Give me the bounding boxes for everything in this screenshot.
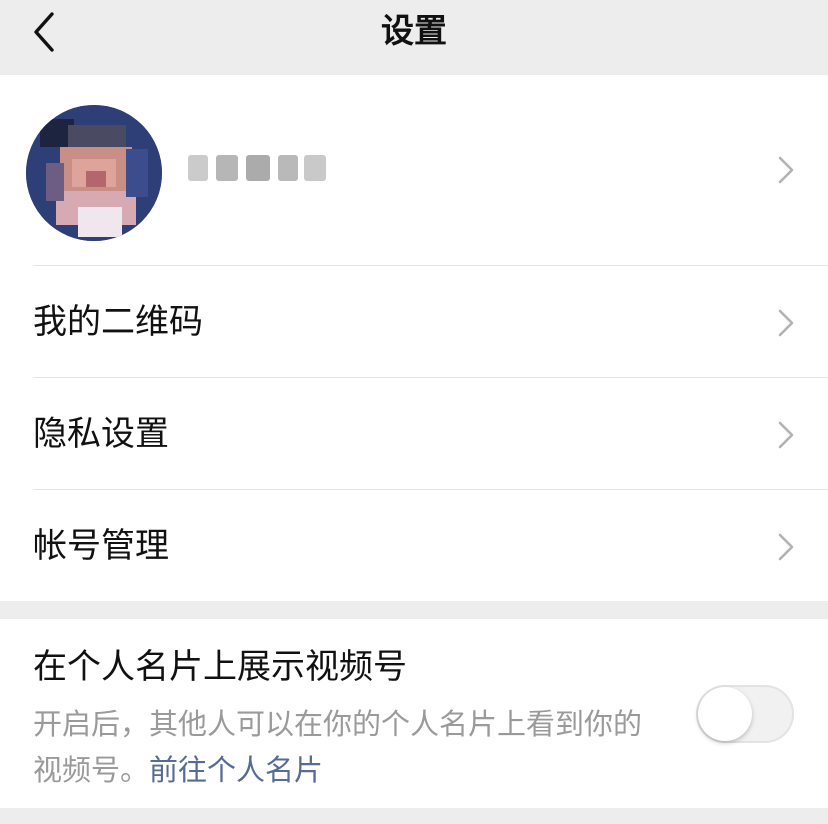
menu-item-label: 我的二维码 xyxy=(33,302,203,342)
settings-group-main: 我的二维码 隐私设置 帐号管理 xyxy=(0,75,828,601)
page-title: 设置 xyxy=(381,11,447,50)
menu-item-qrcode[interactable]: 我的二维码 xyxy=(0,266,828,378)
menu-item-account[interactable]: 帐号管理 xyxy=(0,490,828,602)
navigation-bar: 设置 xyxy=(0,0,828,74)
chevron-right-icon xyxy=(778,156,794,184)
channel-setting-card: 在个人名片上展示视频号 开启后，其他人可以在你的个人名片上看到你的视频号。前往个… xyxy=(0,619,828,808)
profile-row[interactable] xyxy=(0,75,828,265)
description-text: 开启后，其他人可以在你的个人名片上看到你的视频号。 xyxy=(33,707,643,787)
menu-item-label: 帐号管理 xyxy=(33,526,169,566)
menu-item-label: 隐私设置 xyxy=(33,414,169,454)
chevron-right-icon xyxy=(778,533,794,561)
settings-screen: 设置 我的二维码 隐私设置 帐号管理 在个人名片上展示视频号 开启后，其他人可以… xyxy=(0,0,828,824)
avatar xyxy=(26,105,162,241)
show-channel-toggle[interactable] xyxy=(696,685,794,743)
chevron-right-icon xyxy=(778,309,794,337)
channel-setting-title: 在个人名片上展示视频号 xyxy=(33,647,407,687)
go-to-profile-card-link[interactable]: 前往个人名片 xyxy=(149,753,323,787)
channel-setting-description: 开启后，其他人可以在你的个人名片上看到你的视频号。前往个人名片 xyxy=(33,701,663,793)
toggle-knob xyxy=(698,687,752,741)
redaction-blur xyxy=(188,153,328,183)
menu-item-privacy[interactable]: 隐私设置 xyxy=(0,378,828,490)
chevron-right-icon xyxy=(778,421,794,449)
